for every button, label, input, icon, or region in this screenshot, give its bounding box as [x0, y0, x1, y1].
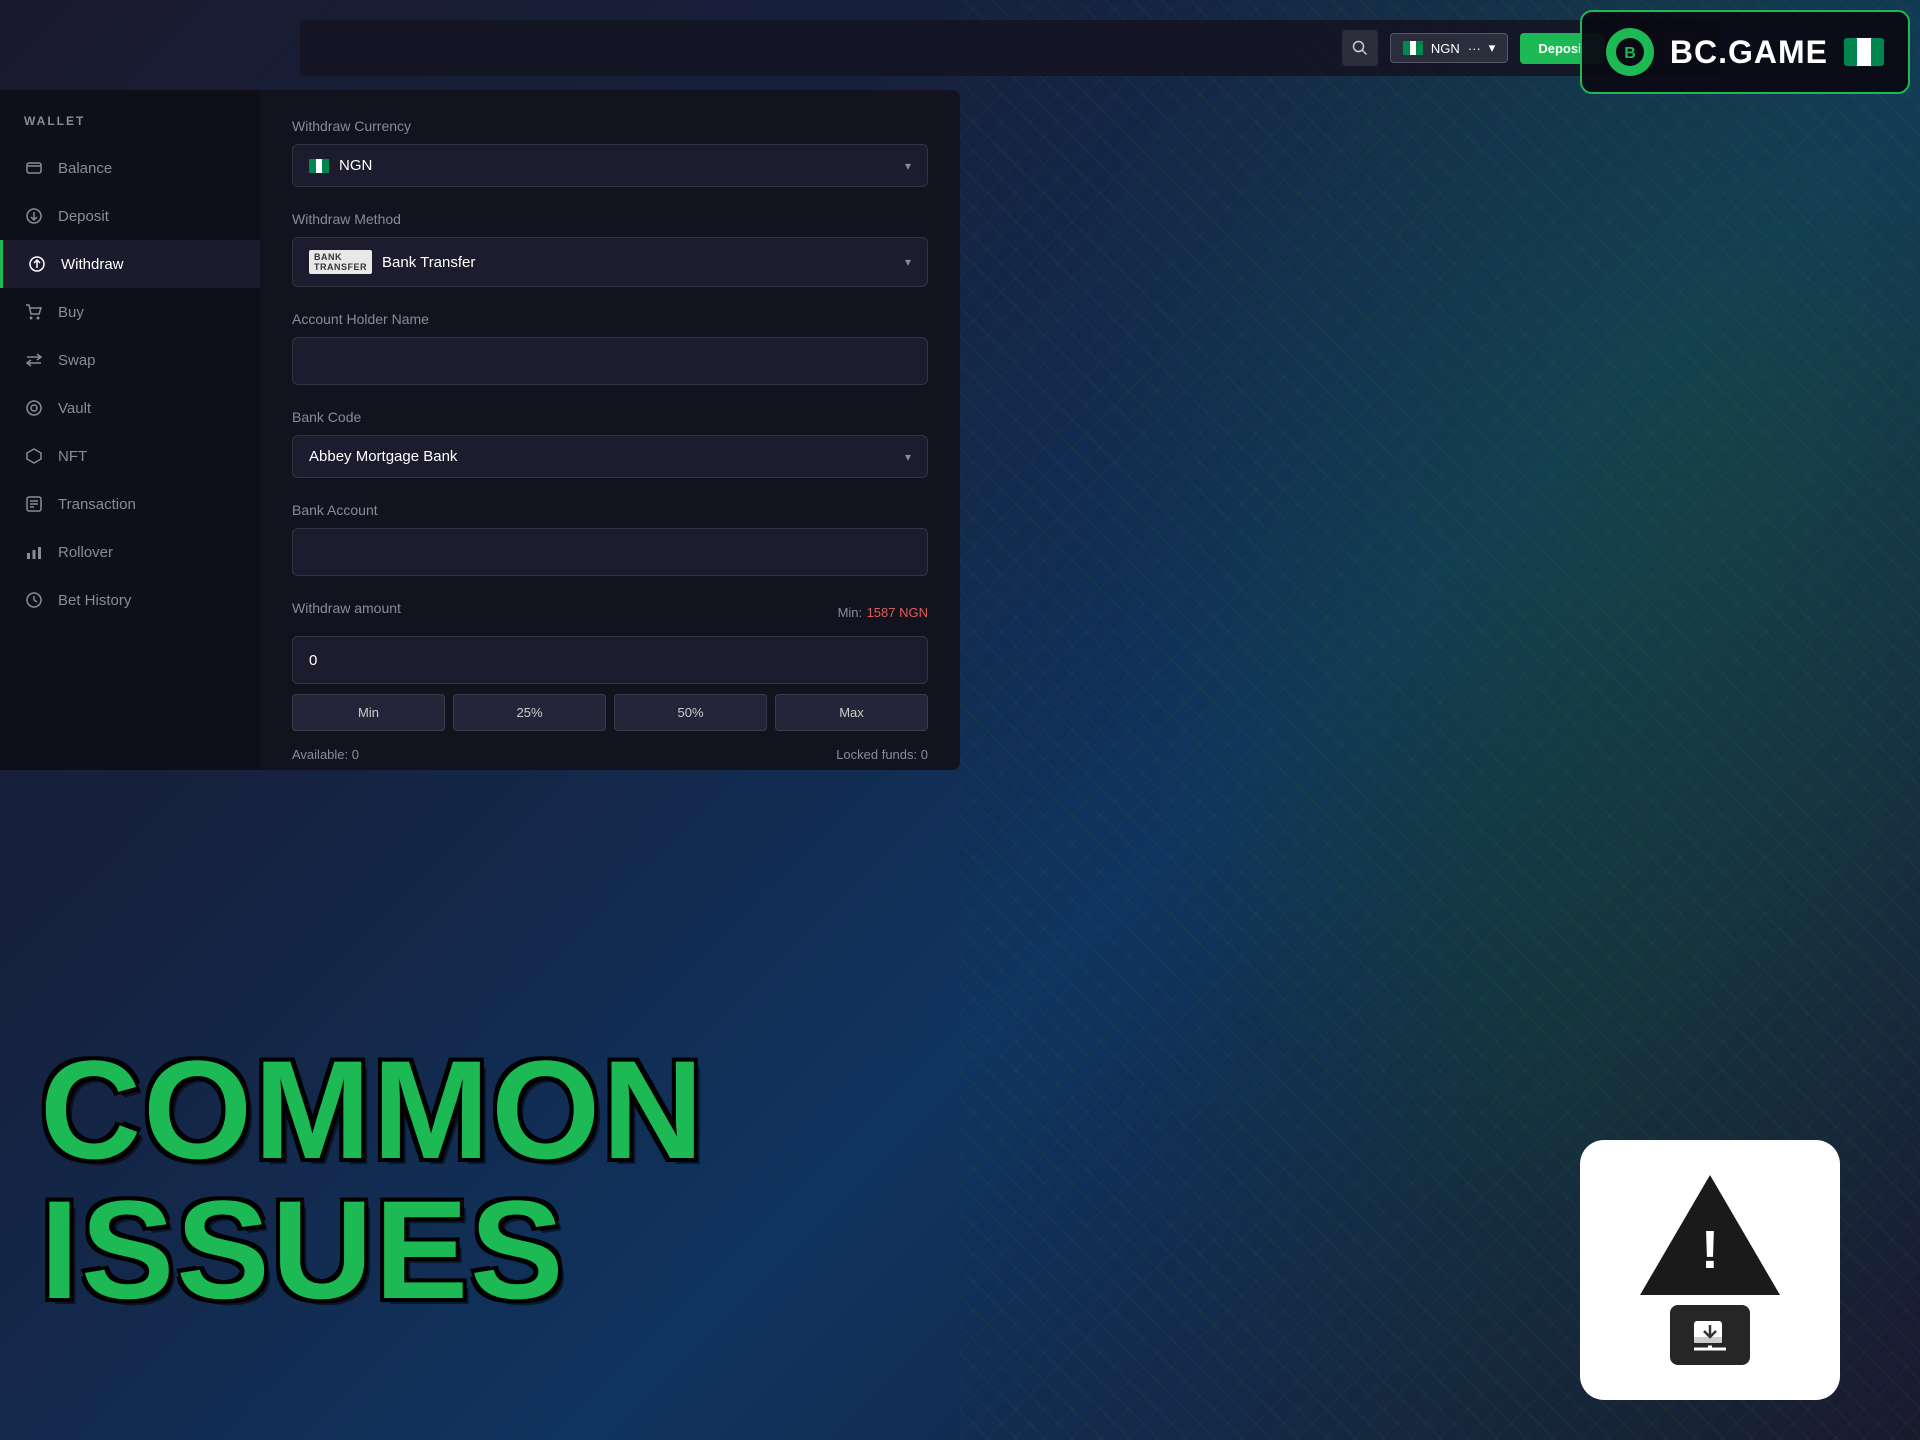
chevron-down-icon: ▾	[905, 159, 911, 173]
currency-code-text: NGN	[1431, 41, 1460, 56]
transaction-label: Transaction	[58, 496, 136, 513]
amount-header-row: Withdraw amount Min: 1587 NGN	[292, 600, 928, 626]
min-label: Min:	[838, 605, 863, 620]
buy-icon	[24, 302, 44, 322]
overlay-common-text: COMMON	[40, 1040, 705, 1180]
deposit-icon	[24, 206, 44, 226]
min-value: 1587 NGN	[867, 605, 928, 620]
currency-dropdown-value: NGN	[339, 157, 372, 174]
rollover-label: Rollover	[58, 544, 113, 561]
50-percent-button[interactable]: 50%	[614, 694, 767, 731]
bc-logo-icon: B	[1606, 28, 1654, 76]
bank-account-section: Bank Account	[292, 502, 928, 576]
download-icon-box	[1670, 1305, 1750, 1365]
bank-account-input[interactable]	[292, 528, 928, 576]
currency-dropdown-dots: ···	[1468, 41, 1481, 56]
min-amount-button[interactable]: Min	[292, 694, 445, 731]
bank-transfer-logo: BANKTRANSFER	[309, 250, 372, 274]
ngn-flag	[309, 159, 329, 173]
bank-code-section: Bank Code Abbey Mortgage Bank ▾	[292, 409, 928, 478]
locked-value: 0	[921, 747, 928, 762]
withdraw-currency-dropdown[interactable]: NGN ▾	[292, 144, 928, 187]
main-content-area: Withdraw Currency NGN ▾ Withdraw Me	[260, 90, 960, 770]
rollover-icon	[24, 542, 44, 562]
bethistory-label: Bet History	[58, 592, 131, 609]
currency-selector[interactable]: NGN ··· ▾	[1390, 33, 1508, 63]
sidebar-title: WALLET	[0, 114, 260, 144]
buy-label: Buy	[58, 304, 84, 321]
exclamation-icon: !	[1701, 1219, 1719, 1281]
amount-preset-buttons: Min 25% 50% Max	[292, 694, 928, 731]
deposit-label: Deposit	[58, 208, 109, 225]
sidebar-item-buy[interactable]: Buy	[0, 288, 260, 336]
transaction-icon	[24, 494, 44, 514]
bank-account-label: Bank Account	[292, 502, 928, 518]
sidebar: WALLET Balance Deposit	[0, 90, 260, 770]
sidebar-item-swap[interactable]: Swap	[0, 336, 260, 384]
vault-label: Vault	[58, 400, 91, 417]
bcgame-header: B BC.GAME	[1580, 10, 1910, 94]
bcgame-brand-text: BC.GAME	[1670, 34, 1828, 71]
withdraw-icon	[27, 254, 47, 274]
withdraw-label: Withdraw	[61, 256, 124, 273]
sidebar-item-bethistory[interactable]: Bet History	[0, 576, 260, 624]
svg-text:B: B	[1624, 45, 1636, 62]
chevron-down-icon: ▾	[1489, 40, 1496, 56]
25-percent-button[interactable]: 25%	[453, 694, 606, 731]
nigeria-flag-header	[1844, 38, 1884, 66]
bank-code-label: Bank Code	[292, 409, 928, 425]
nft-icon	[24, 446, 44, 466]
withdraw-currency-section: Withdraw Currency NGN ▾	[292, 118, 928, 187]
sidebar-item-nft[interactable]: NFT	[0, 432, 260, 480]
available-value: 0	[352, 747, 359, 762]
method-dropdown-value: Bank Transfer	[382, 254, 475, 271]
wallet-panel: WALLET Balance Deposit	[0, 90, 960, 770]
currency-dropdown-left: NGN	[309, 157, 372, 174]
overlay-issues-text: ISSUES	[40, 1180, 705, 1320]
sidebar-item-vault[interactable]: Vault	[0, 384, 260, 432]
min-amount-display: Min: 1587 NGN	[838, 604, 928, 622]
nft-label: NFT	[58, 448, 87, 465]
method-dropdown-left: BANKTRANSFER Bank Transfer	[309, 250, 475, 274]
bank-dropdown-left: Abbey Mortgage Bank	[309, 448, 457, 465]
bethistory-icon	[24, 590, 44, 610]
sidebar-item-transaction[interactable]: Transaction	[0, 480, 260, 528]
account-holder-section: Account Holder Name	[292, 311, 928, 385]
vault-icon	[24, 398, 44, 418]
balance-label: Balance	[58, 160, 112, 177]
funds-info-row: Available: 0 Locked funds: 0	[292, 747, 928, 762]
sidebar-item-balance[interactable]: Balance	[0, 144, 260, 192]
chevron-down-bank-icon: ▾	[905, 450, 911, 464]
swap-label: Swap	[58, 352, 96, 369]
warning-triangle: !	[1640, 1175, 1780, 1295]
withdraw-amount-label: Withdraw amount	[292, 600, 401, 616]
sidebar-item-withdraw[interactable]: Withdraw	[0, 240, 260, 288]
swap-icon	[24, 350, 44, 370]
withdraw-currency-label: Withdraw Currency	[292, 118, 928, 134]
available-funds-text: Available: 0	[292, 747, 359, 762]
currency-flag	[1403, 41, 1423, 55]
bank-code-dropdown[interactable]: Abbey Mortgage Bank ▾	[292, 435, 928, 478]
locked-label: Locked funds:	[836, 747, 917, 762]
withdraw-amount-input[interactable]	[292, 636, 928, 684]
account-holder-label: Account Holder Name	[292, 311, 928, 327]
withdraw-amount-section: Withdraw amount Min: 1587 NGN Min 25% 50…	[292, 600, 928, 762]
account-holder-input[interactable]	[292, 337, 928, 385]
top-navigation: NGN ··· ▾ Deposit !	[300, 20, 1720, 76]
available-label: Available:	[292, 747, 348, 762]
max-amount-button[interactable]: Max	[775, 694, 928, 731]
balance-icon	[24, 158, 44, 178]
bank-dropdown-value: Abbey Mortgage Bank	[309, 448, 457, 465]
search-button[interactable]	[1342, 30, 1378, 66]
withdraw-method-dropdown[interactable]: BANKTRANSFER Bank Transfer ▾	[292, 237, 928, 287]
warning-icon-container: !	[1580, 1140, 1840, 1400]
sidebar-item-rollover[interactable]: Rollover	[0, 528, 260, 576]
locked-funds-text: Locked funds: 0	[836, 747, 928, 762]
withdraw-method-label: Withdraw Method	[292, 211, 928, 227]
sidebar-item-deposit[interactable]: Deposit	[0, 192, 260, 240]
withdraw-method-section: Withdraw Method BANKTRANSFER Bank Transf…	[292, 211, 928, 287]
overlay-text-block: COMMON ISSUES	[40, 1040, 705, 1320]
chevron-down-method-icon: ▾	[905, 255, 911, 269]
